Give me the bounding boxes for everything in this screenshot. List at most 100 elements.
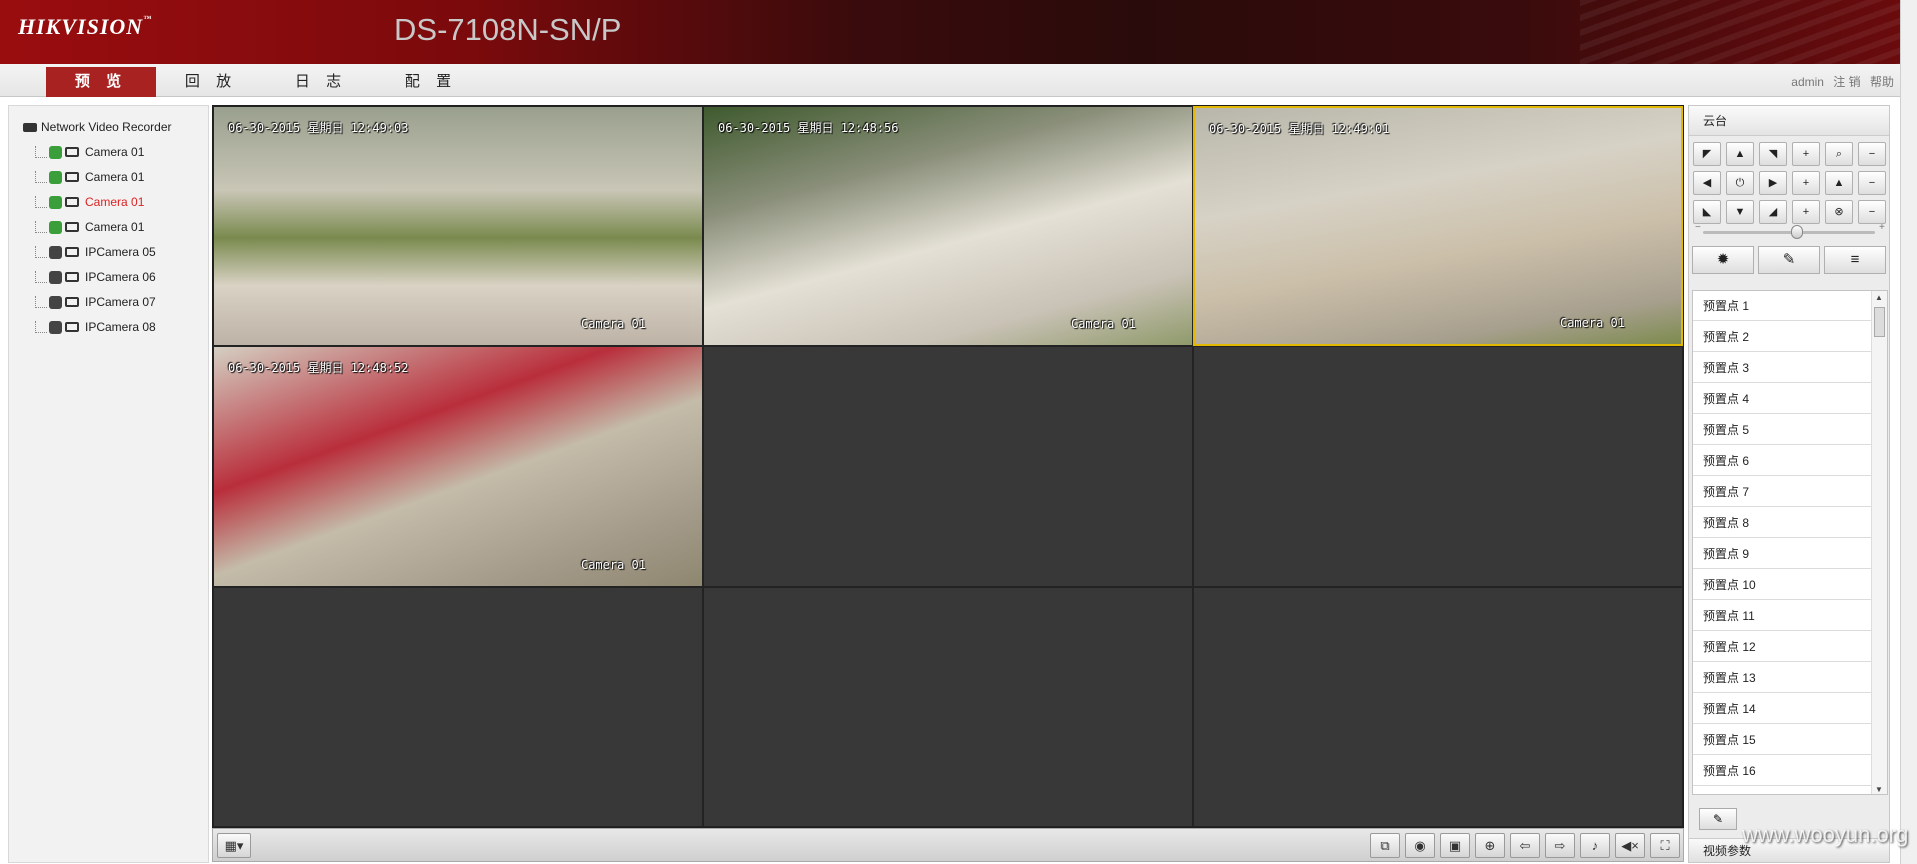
page-scrollbar[interactable] xyxy=(1900,0,1917,864)
tree-item-camera[interactable]: Camera 01 xyxy=(35,143,144,161)
microphone-icon[interactable]: ♪ xyxy=(1580,833,1610,858)
zoom-icon[interactable]: ⊕ xyxy=(1475,833,1505,858)
scroll-thumb[interactable] xyxy=(1874,307,1885,337)
iris-open-button[interactable]: + xyxy=(1792,200,1820,224)
pan-down-left-icon[interactable]: ◣ xyxy=(1693,200,1721,224)
tree-item-camera[interactable]: Camera 01 xyxy=(35,193,144,211)
iris-icon[interactable]: ⊗ xyxy=(1825,200,1853,224)
preset-item[interactable]: 预置点 12 xyxy=(1693,632,1871,662)
focus-icon[interactable]: ▲ xyxy=(1825,171,1853,195)
tab-config[interactable]: 配 置 xyxy=(376,67,486,97)
device-tree: Network Video Recorder Camera 01 Camera 0… xyxy=(8,105,209,863)
pan-down-icon[interactable]: ▼ xyxy=(1726,200,1754,224)
preset-item[interactable]: 预置点 16 xyxy=(1693,756,1871,786)
preset-item[interactable]: 预置点 13 xyxy=(1693,663,1871,693)
preset-item[interactable]: 预置点 17 xyxy=(1693,787,1871,794)
auto-pan-icon[interactable]: ⏻ xyxy=(1726,171,1754,195)
tree-item-label: Camera 01 xyxy=(85,195,145,209)
help-link[interactable]: 帮助 xyxy=(1870,75,1894,89)
preset-item[interactable]: 预置点 5 xyxy=(1693,415,1871,445)
preset-item[interactable]: 预置点 3 xyxy=(1693,353,1871,383)
focus-near-button[interactable]: + xyxy=(1792,171,1820,195)
preset-item[interactable]: 预置点 15 xyxy=(1693,725,1871,755)
tab-preview[interactable]: 预 览 xyxy=(46,67,156,97)
camera-icon xyxy=(65,322,79,332)
preset-item[interactable]: 预置点 11 xyxy=(1693,601,1871,631)
pan-down-right-icon[interactable]: ◢ xyxy=(1759,200,1787,224)
logout-link[interactable]: 注 销 xyxy=(1833,75,1860,89)
tree-root-label: Network Video Recorder xyxy=(41,120,172,134)
empty-video-cell[interactable] xyxy=(213,586,703,827)
preset-item[interactable]: 预置点 8 xyxy=(1693,508,1871,538)
capture-icon[interactable]: ◉ xyxy=(1405,833,1435,858)
tree-item-camera[interactable]: Camera 01 xyxy=(35,218,144,236)
zoom-icon[interactable]: ⌕ xyxy=(1825,142,1853,166)
pan-up-right-icon[interactable]: ◥ xyxy=(1759,142,1787,166)
light-icon[interactable]: ✹ xyxy=(1692,246,1754,274)
preset-item[interactable]: 预置点 10 xyxy=(1693,570,1871,600)
tab-log[interactable]: 日 志 xyxy=(266,67,376,97)
menu-icon[interactable]: ≡ xyxy=(1824,246,1886,274)
grid-layout-icon[interactable]: ▦▾ xyxy=(217,833,251,858)
preset-item[interactable]: 预置点 9 xyxy=(1693,539,1871,569)
preset-call-button[interactable]: ✎ xyxy=(1699,808,1737,830)
ptz-speed-knob[interactable] xyxy=(1791,225,1803,239)
wiper-icon[interactable]: ✎ xyxy=(1758,246,1820,274)
video-cell[interactable]: 06-30-2015 星期日 12:49:01 Camera 01 xyxy=(1193,106,1683,347)
tree-item-label: IPCamera 07 xyxy=(85,295,156,309)
osd-timestamp: 06-30-2015 星期日 12:49:01 xyxy=(1209,122,1390,136)
preset-item[interactable]: 预置点 7 xyxy=(1693,477,1871,507)
scroll-down-icon[interactable]: ▼ xyxy=(1875,785,1883,794)
ptz-title: 云台 xyxy=(1689,106,1889,136)
record-icon[interactable]: ▣ xyxy=(1440,833,1470,858)
preset-item[interactable]: 预置点 1 xyxy=(1693,291,1871,321)
empty-video-cell[interactable] xyxy=(703,346,1193,587)
osd-camera-name: Camera 01 xyxy=(1559,316,1625,331)
prev-page-icon[interactable]: ⇦ xyxy=(1510,833,1540,858)
pan-up-icon[interactable]: ▲ xyxy=(1726,142,1754,166)
preset-item[interactable]: 预置点 6 xyxy=(1693,446,1871,476)
tree-item-camera[interactable]: IPCamera 08 xyxy=(35,318,156,336)
preset-list: ▲ ▼ 预置点 1 预置点 2 预置点 3 预置点 4 预置点 5 预置点 6 预置点 7预… xyxy=(1692,290,1888,795)
tree-item-label: Camera 01 xyxy=(85,220,145,234)
camera-icon xyxy=(65,297,79,307)
next-page-icon[interactable]: ⇨ xyxy=(1545,833,1575,858)
tree-item-label: IPCamera 08 xyxy=(85,320,156,334)
zoom-out-button[interactable]: − xyxy=(1858,142,1886,166)
preset-item[interactable]: 预置点 14 xyxy=(1693,694,1871,724)
video-cell[interactable]: 06-30-2015 星期日 12:49:03 Camera 01 xyxy=(213,106,703,347)
empty-video-cell[interactable] xyxy=(1193,586,1683,827)
tree-connector xyxy=(35,296,47,308)
preset-item[interactable]: 预置点 2 xyxy=(1693,322,1871,352)
video-cell[interactable]: 06-30-2015 星期日 12:48:56 Camera 01 xyxy=(703,106,1193,347)
focus-far-button[interactable]: − xyxy=(1858,171,1886,195)
volume-icon[interactable]: ◀× xyxy=(1615,833,1645,858)
video-grid: 06-30-2015 星期日 12:49:03 Camera 01 06-30-20… xyxy=(212,105,1684,828)
tree-item-camera[interactable]: IPCamera 07 xyxy=(35,293,156,311)
tree-item-camera[interactable]: Camera 01 xyxy=(35,168,144,186)
osd-camera-name: Camera 01 xyxy=(1070,317,1136,332)
tree-root-nvr[interactable]: Network Video Recorder xyxy=(23,120,172,134)
preview-toolbar: ▦▾ ⧉ ◉ ▣ ⊕ ⇦ ⇨ ♪ ◀× ⛶ xyxy=(212,828,1684,862)
iris-close-button[interactable]: − xyxy=(1858,200,1886,224)
fullscreen-icon[interactable]: ⛶ xyxy=(1650,833,1680,858)
preset-scrollbar[interactable]: ▲ ▼ xyxy=(1871,291,1887,794)
pan-right-icon[interactable]: ▶ xyxy=(1759,171,1787,195)
tab-playback[interactable]: 回 放 xyxy=(156,67,266,97)
stop-all-icon[interactable]: ⧉ xyxy=(1370,833,1400,858)
tree-connector xyxy=(35,196,47,208)
empty-video-cell[interactable] xyxy=(1193,346,1683,587)
pan-up-left-icon[interactable]: ◤ xyxy=(1693,142,1721,166)
tree-item-camera[interactable]: IPCamera 06 xyxy=(35,268,156,286)
osd-camera-name: Camera 01 xyxy=(580,317,646,332)
nvr-icon xyxy=(23,122,37,132)
zoom-in-button[interactable]: + xyxy=(1792,142,1820,166)
tree-item-camera[interactable]: IPCamera 05 xyxy=(35,243,156,261)
ptz-speed-slider[interactable] xyxy=(1703,231,1875,234)
preset-item[interactable]: 预置点 4 xyxy=(1693,384,1871,414)
pan-left-icon[interactable]: ◀ xyxy=(1693,171,1721,195)
scroll-up-icon[interactable]: ▲ xyxy=(1875,293,1883,302)
video-cell[interactable]: 06-30-2015 星期日 12:48:52 Camera 01 xyxy=(213,346,703,587)
header-decoration xyxy=(1580,0,1900,64)
empty-video-cell[interactable] xyxy=(703,586,1193,827)
